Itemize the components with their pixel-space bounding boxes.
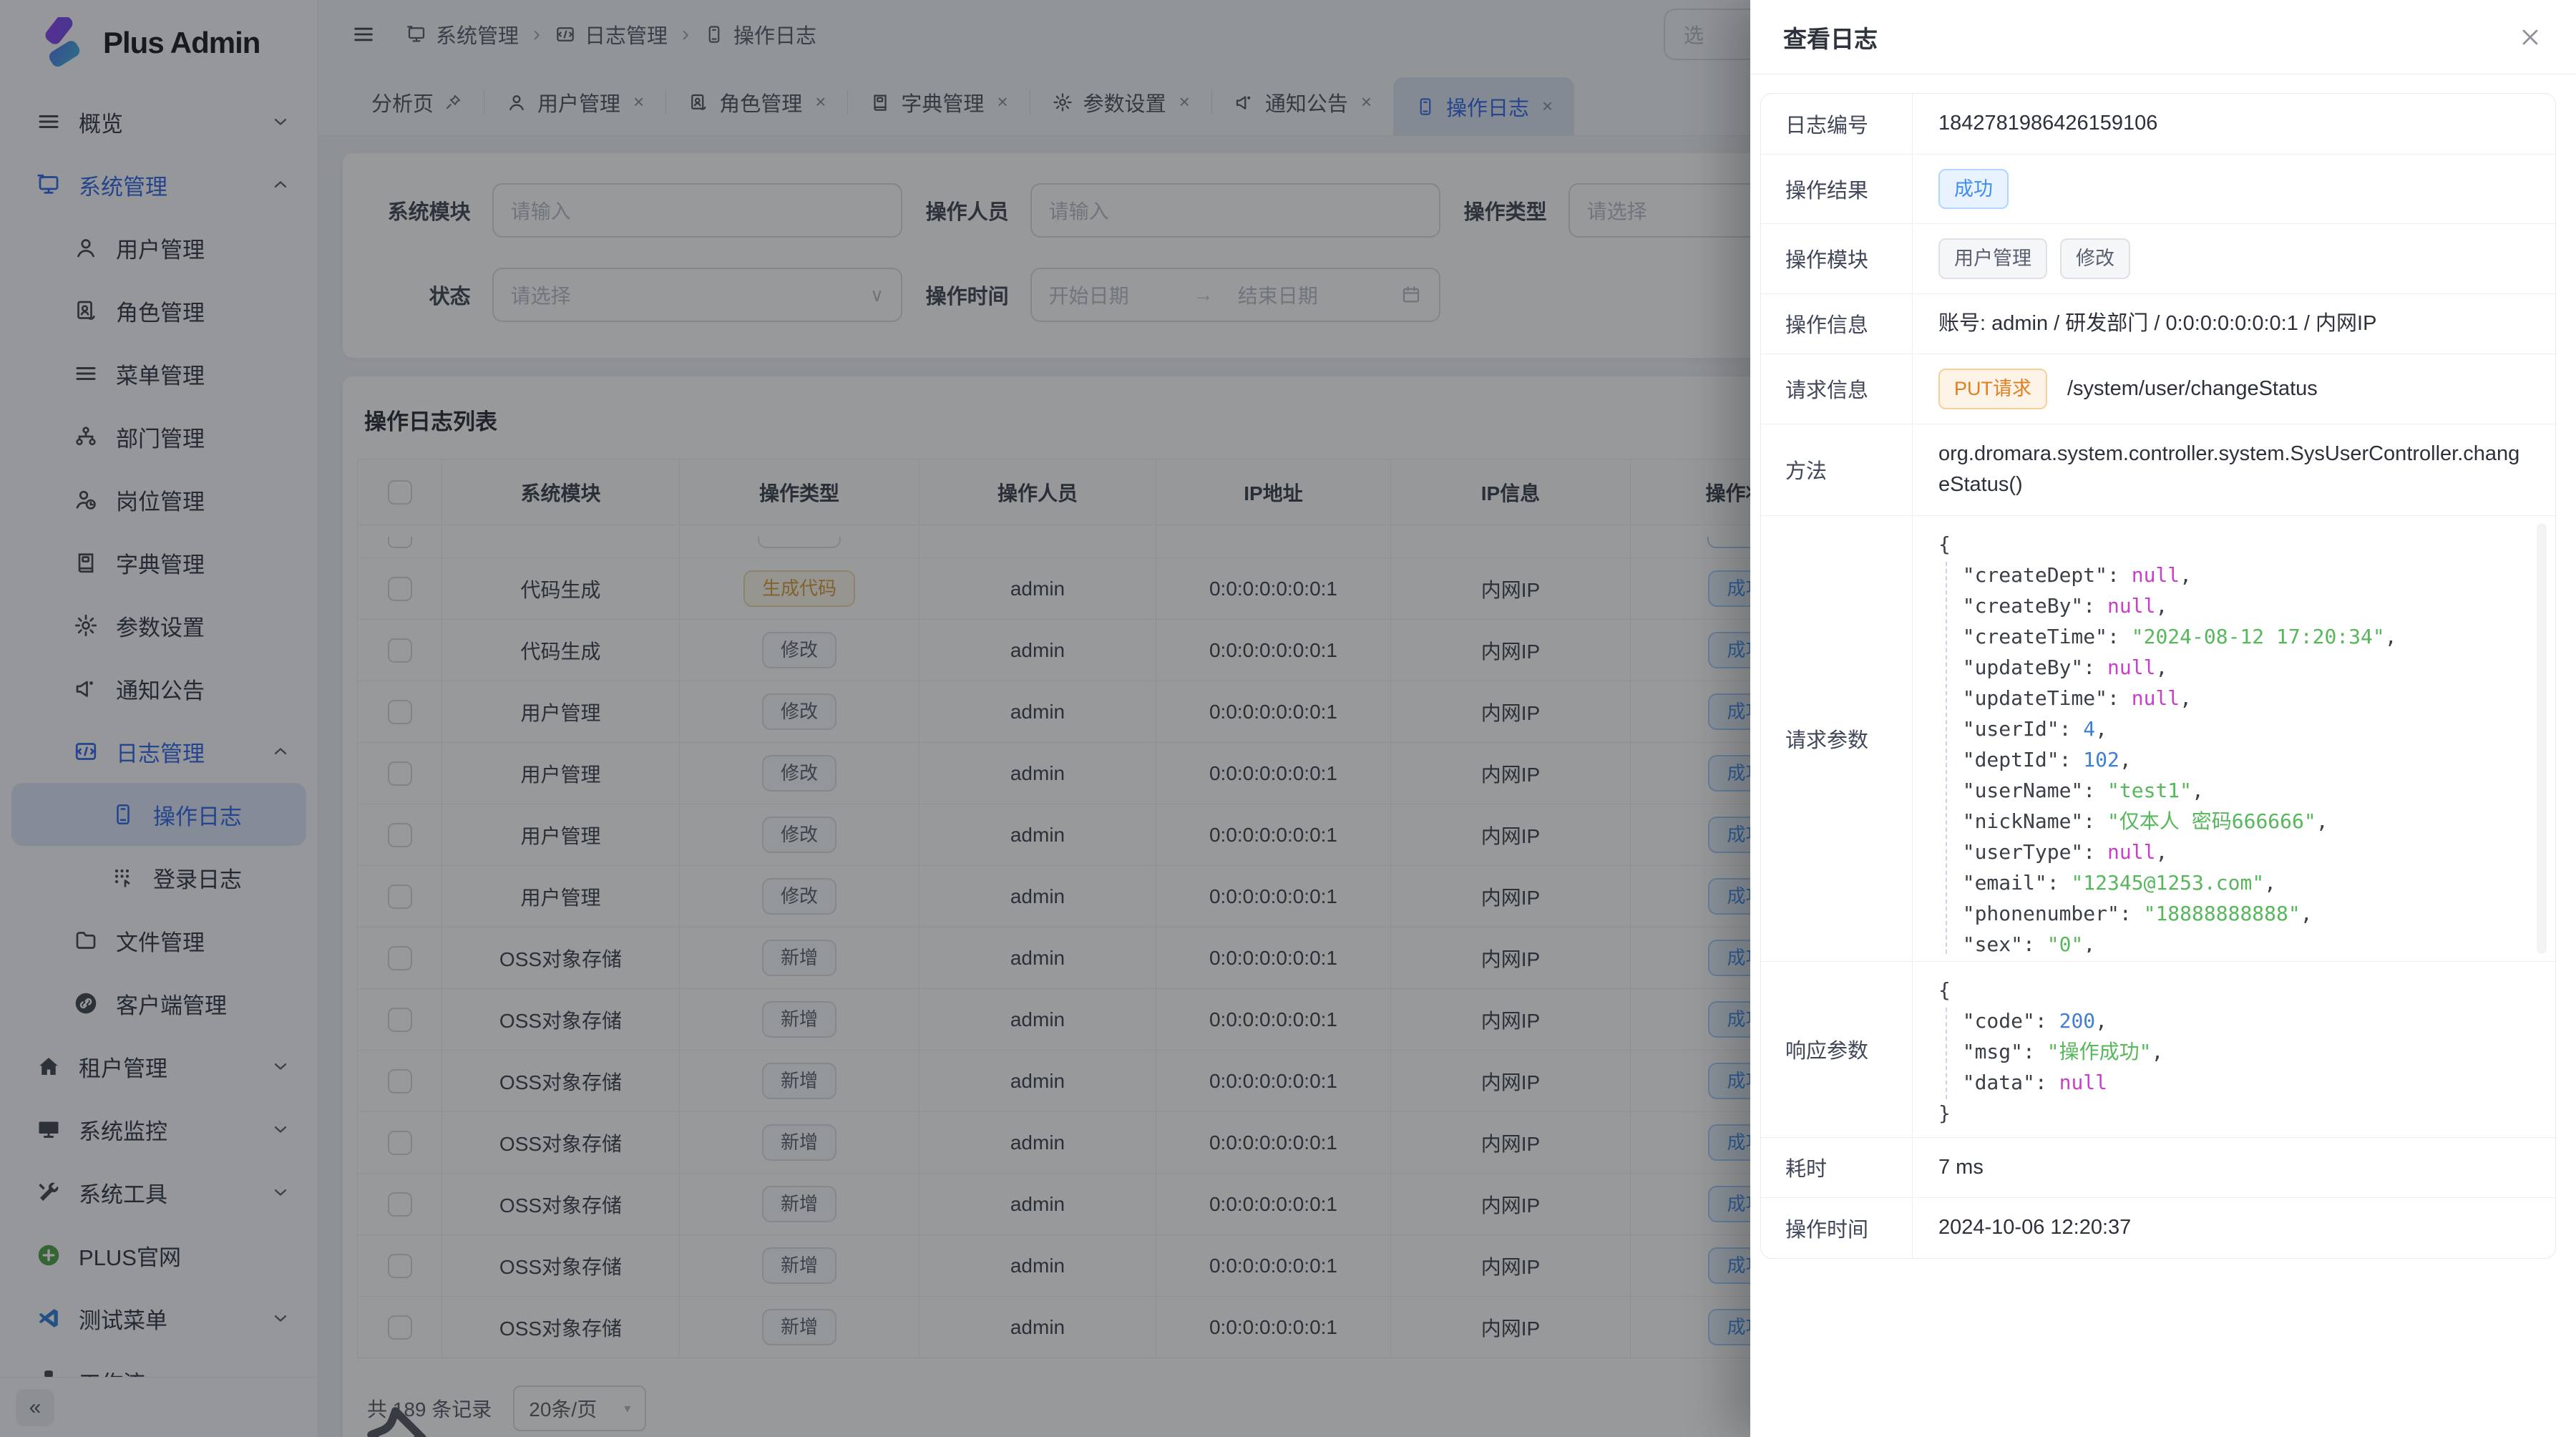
- drawer-title: 查看日志: [1783, 20, 1878, 54]
- request-url: /system/user/changeStatus: [2067, 374, 2318, 405]
- detail-row-result: 操作结果 成功: [1761, 155, 2555, 225]
- detail-row-module: 操作模块 用户管理 修改: [1761, 224, 2555, 294]
- type-badge: 修改: [2060, 238, 2130, 279]
- success-badge: 成功: [1938, 169, 2009, 210]
- indent-guide: [1946, 1008, 1947, 1099]
- log-id-value: 1842781986426159106: [1913, 94, 2555, 154]
- scrollbar[interactable]: [2537, 523, 2547, 954]
- operation-info-value: 账号: admin / 研发部门 / 0:0:0:0:0:0:0:1 / 内网I…: [1913, 294, 2555, 354]
- detail-row-time: 操作时间 2024-10-06 12:20:37: [1761, 1198, 2555, 1258]
- operation-time-value: 2024-10-06 12:20:37: [1913, 1198, 2555, 1258]
- indent-guide: [1946, 562, 1947, 954]
- detail-row-log-id: 日志编号 1842781986426159106: [1761, 94, 2555, 155]
- method-value: org.dromara.system.controller.system.Sys…: [1913, 424, 2555, 515]
- request-params-json: { "createDept": null, "createBy": null, …: [1913, 516, 2555, 961]
- log-detail-drawer: 查看日志 日志编号 1842781986426159106 操作结果 成功 操作…: [1750, 0, 2576, 1437]
- http-method-badge: PUT请求: [1938, 369, 2047, 409]
- drawer-header: 查看日志: [1750, 0, 2576, 74]
- module-badge: 用户管理: [1938, 238, 2047, 279]
- close-icon[interactable]: [2517, 24, 2543, 50]
- log-detail-table: 日志编号 1842781986426159106 操作结果 成功 操作模块 用户…: [1760, 93, 2556, 1259]
- app-root: Plus Admin 概览 系统管理 用户管理 角色管理: [0, 0, 2576, 1437]
- detail-row-info: 操作信息 账号: admin / 研发部门 / 0:0:0:0:0:0:0:1 …: [1761, 294, 2555, 355]
- detail-row-method: 方法 org.dromara.system.controller.system.…: [1761, 424, 2555, 516]
- detail-row-cost: 耗时 7 ms: [1761, 1138, 2555, 1199]
- detail-row-request-params: 请求参数 { "createDept": null, "createBy": n…: [1761, 516, 2555, 962]
- cost-value: 7 ms: [1913, 1138, 2555, 1198]
- detail-row-request: 请求信息 PUT请求 /system/user/changeStatus: [1761, 354, 2555, 424]
- response-params-json: { "code": 200, "msg": "操作成功", "data": nu…: [1913, 962, 2555, 1137]
- detail-row-response-params: 响应参数 { "code": 200, "msg": "操作成功", "data…: [1761, 962, 2555, 1138]
